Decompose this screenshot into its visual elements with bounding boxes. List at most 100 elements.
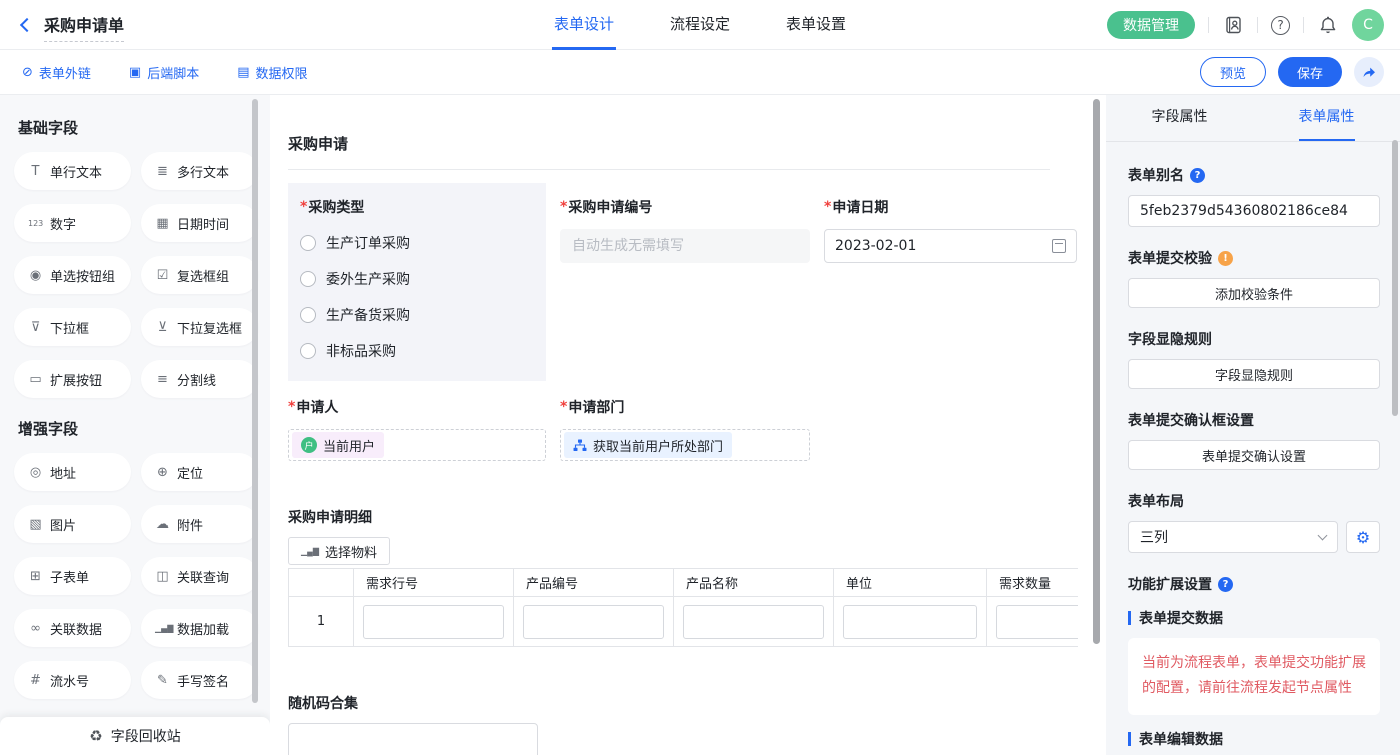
cell-input-unit[interactable] — [843, 605, 977, 639]
sidebar-item-radio-group[interactable]: ◉单选按钮组 — [14, 256, 131, 294]
applicant-input[interactable]: 户 当前用户 — [288, 429, 546, 461]
chevron-down-icon — [1318, 531, 1328, 541]
department-input[interactable]: 获取当前用户所处部门 — [560, 429, 810, 461]
tab-form-setting[interactable]: 表单设置 — [784, 0, 848, 50]
sidebar-scrollbar[interactable] — [252, 99, 258, 703]
radio-option-outsourced[interactable]: 委外生产采购 — [300, 269, 534, 289]
field-department[interactable]: * 申请部门 获取当前用户所处部门 — [560, 397, 810, 461]
field-label: 采购类型 — [308, 197, 364, 217]
sidebar-item-serial-number[interactable]: #流水号 — [14, 661, 131, 699]
field-purchase-type[interactable]: * 采购类型 生产订单采购 委外生产采购 生产备货采购 非标品采购 — [288, 183, 546, 381]
back-icon[interactable] — [20, 17, 34, 31]
form-alias-input[interactable] — [1128, 195, 1380, 227]
checkbox-icon: ☑ — [155, 268, 170, 283]
field-purchase-detail[interactable]: 采购申请明细 ▁▄▇ 选择物料 需求行号 产品编号 产品名称 单位 需求数量 — [288, 507, 1050, 647]
sidebar-item-subform[interactable]: ⊞子表单 — [14, 557, 131, 595]
sidebar-item-address[interactable]: ◎地址 — [14, 453, 131, 491]
item-label: 分割线 — [177, 370, 216, 389]
current-user-tag[interactable]: 户 当前用户 — [292, 432, 384, 458]
preview-button[interactable]: 预览 — [1200, 57, 1266, 87]
submit-data-section: 表单提交数据 — [1139, 608, 1223, 628]
visibility-rules-button[interactable]: 字段显隐规则 — [1128, 359, 1380, 389]
page-title[interactable]: 采购申请单 — [44, 12, 124, 42]
sidebar-item-linked-data[interactable]: ∞关联数据 — [14, 609, 131, 647]
calendar-icon — [1052, 239, 1066, 253]
link-icon: ⊘ — [22, 65, 33, 80]
question-icon[interactable]: ? — [1218, 577, 1233, 592]
tab-field-properties[interactable]: 字段属性 — [1106, 95, 1253, 141]
sidebar-item-linked-query[interactable]: ◫关联查询 — [141, 557, 258, 595]
sidebar-item-multi-text[interactable]: ≣多行文本 — [141, 152, 258, 190]
sidebar-item-number[interactable]: 123数字 — [14, 204, 131, 242]
sidebar-item-image[interactable]: ▧图片 — [14, 505, 131, 543]
radio-option-production-order[interactable]: 生产订单采购 — [300, 233, 534, 253]
sidebar-item-extend-button[interactable]: ▭扩展按钮 — [14, 360, 131, 398]
backend-script-link[interactable]: ▣ 后端脚本 — [129, 63, 199, 82]
help-icon[interactable]: ? — [1271, 16, 1290, 35]
date-input[interactable]: 2023-02-01 — [824, 229, 1077, 263]
submit-confirm-button[interactable]: 表单提交确认设置 — [1128, 440, 1380, 470]
layout-select[interactable]: 三列 — [1128, 521, 1338, 553]
radio-circle-icon[interactable] — [300, 271, 316, 287]
avatar[interactable]: C — [1352, 9, 1384, 41]
field-recycle-bin[interactable]: ♻ 字段回收站 — [0, 717, 270, 755]
tab-label: 字段属性 — [1152, 106, 1208, 141]
random-code-input[interactable] — [288, 723, 538, 755]
field-request-no[interactable]: * 采购申请编号 — [560, 183, 810, 381]
field-label: 随机码合集 — [288, 693, 1050, 713]
contact-book-icon[interactable] — [1222, 14, 1244, 36]
cell-input-product-name[interactable] — [683, 605, 824, 639]
tab-form-design[interactable]: 表单设计 — [552, 0, 616, 50]
data-manage-button[interactable]: 数据管理 — [1107, 11, 1195, 39]
field-applicant[interactable]: * 申请人 户 当前用户 — [288, 397, 546, 461]
form-external-link[interactable]: ⊘ 表单外链 — [22, 63, 91, 82]
tab-form-properties[interactable]: 表单属性 — [1253, 95, 1400, 141]
image-icon: ▧ — [28, 517, 43, 532]
cell-input-product-no[interactable] — [523, 605, 664, 639]
radio-option-nonstandard[interactable]: 非标品采购 — [300, 341, 534, 361]
share-button[interactable] — [1354, 57, 1384, 87]
bar-chart-icon: ▁▄▇ — [301, 547, 319, 556]
cell-input-line-no[interactable] — [363, 605, 504, 639]
gear-icon: ⚙ — [1356, 528, 1370, 547]
notification-bell-icon[interactable] — [1317, 14, 1339, 36]
current-department-tag[interactable]: 获取当前用户所处部门 — [564, 432, 732, 458]
sidebar-item-single-text[interactable]: T单行文本 — [14, 152, 131, 190]
select-material-button[interactable]: ▁▄▇ 选择物料 — [288, 537, 390, 565]
header-tabs: 表单设计 流程设定 表单设置 — [552, 0, 848, 50]
sidebar-item-attachment[interactable]: ☁附件 — [141, 505, 258, 543]
save-button[interactable]: 保存 — [1278, 57, 1342, 87]
sidebar-item-checkbox-group[interactable]: ☑复选框组 — [141, 256, 258, 294]
data-permission-link[interactable]: ▤ 数据权限 — [237, 63, 307, 82]
field-random-code[interactable]: 随机码合集 — [288, 693, 1050, 755]
tab-label: 流程设定 — [670, 13, 730, 34]
add-validation-button[interactable]: 添加校验条件 — [1128, 278, 1380, 308]
column-header: 产品编号 — [514, 569, 674, 597]
radio-option-stock[interactable]: 生产备货采购 — [300, 305, 534, 325]
radio-circle-icon[interactable] — [300, 235, 316, 251]
sidebar-item-multi-dropdown[interactable]: ⊻下拉复选框 — [141, 308, 258, 346]
cell-input-quantity[interactable] — [996, 605, 1078, 639]
detail-table-wrap: 需求行号 产品编号 产品名称 单位 需求数量 1 — [288, 568, 1078, 647]
sidebar-item-signature[interactable]: ✎手写签名 — [141, 661, 258, 699]
org-tree-icon — [573, 439, 587, 452]
sidebar-item-datetime[interactable]: ▦日期时间 — [141, 204, 258, 242]
question-icon[interactable]: ? — [1190, 168, 1205, 183]
sidebar-item-data-load[interactable]: ▁▄▇数据加载 — [141, 609, 258, 647]
radio-circle-icon[interactable] — [300, 307, 316, 323]
crosshair-icon: ⊕ — [155, 465, 170, 480]
form-canvas: 采购申请 * 采购类型 生产订单采购 委外生产采购 生产备货采购 非标品采购 *… — [270, 95, 1106, 755]
flow-form-warning: 当前为流程表单，表单提交功能扩展的配置，请前往流程发起节点属性 — [1128, 638, 1380, 715]
panel-scrollbar[interactable] — [1392, 140, 1398, 416]
tab-flow-setting[interactable]: 流程设定 — [668, 0, 732, 50]
canvas-scrollbar[interactable] — [1093, 99, 1100, 644]
sidebar-item-geolocation[interactable]: ⊕定位 — [141, 453, 258, 491]
column-header: 单位 — [834, 569, 987, 597]
field-request-date[interactable]: * 申请日期 2023-02-01 — [824, 183, 1077, 381]
layout-settings-button[interactable]: ⚙ — [1346, 521, 1380, 553]
radio-circle-icon[interactable] — [300, 343, 316, 359]
sidebar-item-dropdown[interactable]: ⊽下拉框 — [14, 308, 131, 346]
item-label: 关联查询 — [177, 567, 229, 586]
sidebar-item-divider[interactable]: ≡分割线 — [141, 360, 258, 398]
subform-icon: ⊞ — [28, 569, 43, 584]
